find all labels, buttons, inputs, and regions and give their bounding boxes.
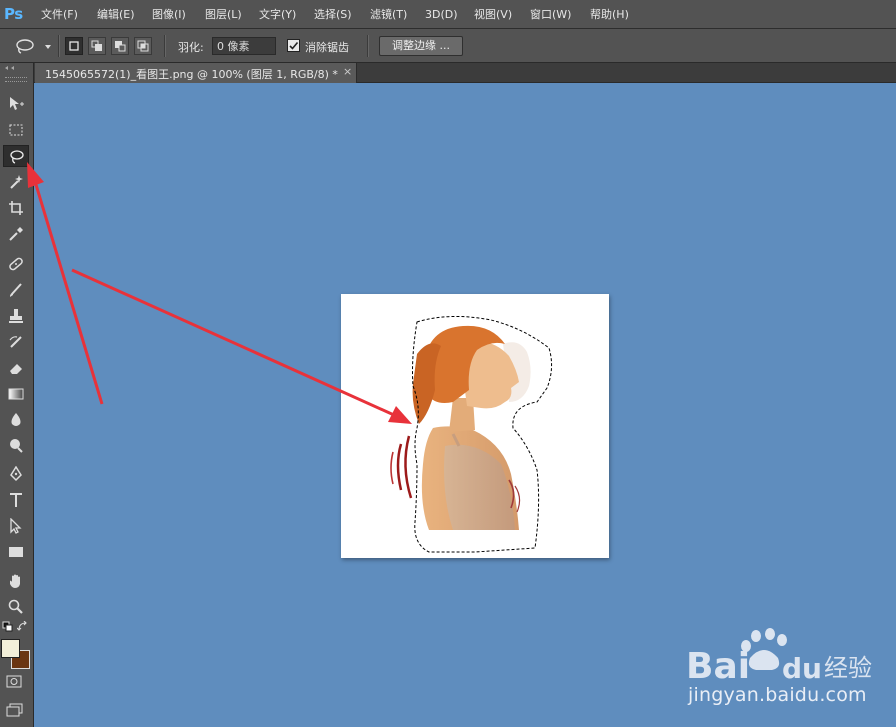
document-tab[interactable]: 1545065572(1)_看图王.png @ 100% (图层 1, RGB/… [35,63,357,83]
tool-clone-stamp[interactable] [3,305,29,327]
menu-3d[interactable]: 3D(D) [425,7,458,23]
default-colors-icon[interactable] [2,621,14,633]
options-separator [367,35,369,57]
blur-icon [11,413,21,426]
gradient-icon [8,388,24,400]
menu-window[interactable]: 窗口(W) [530,7,571,23]
document-tab-bar: 1545065572(1)_看图王.png @ 100% (图层 1, RGB/… [34,63,896,83]
zoom-icon [8,599,23,614]
tool-hand[interactable] [3,570,29,592]
options-separator [164,35,166,57]
subtract-from-selection-button[interactable] [111,37,129,55]
tool-preset-picker[interactable] [14,38,54,56]
tool-history-brush[interactable] [3,331,29,353]
swap-colors-icon[interactable] [17,621,29,633]
tool-healing-brush[interactable] [3,253,29,275]
tool-dodge[interactable] [3,435,29,457]
menu-image[interactable]: 图像(I) [152,7,186,23]
menu-help[interactable]: 帮助(H) [590,7,629,23]
menu-filter[interactable]: 滤镜(T) [370,7,407,23]
watermark-url: jingyan.baidu.com [688,684,867,706]
panel-grip[interactable] [5,77,27,82]
antialias-label: 消除锯齿 [305,41,349,54]
tool-crop[interactable] [3,197,29,219]
refine-edge-button[interactable]: 调整边缘 ... [379,36,463,56]
tool-zoom[interactable] [3,596,29,618]
tool-rectangle[interactable] [3,541,29,563]
checkmark-icon [289,41,299,50]
tool-marquee[interactable] [3,119,29,141]
tool-gradient[interactable] [3,383,29,405]
foreground-color-swatch[interactable] [1,639,20,658]
intersect-selection-button[interactable] [134,37,152,55]
menu-view[interactable]: 视图(V) [474,7,512,23]
tool-brush[interactable] [3,279,29,301]
tool-magic-wand[interactable] [3,171,29,193]
tool-pen[interactable] [3,463,29,485]
path-selection-icon [10,518,22,534]
chevron-down-icon [45,45,51,49]
eyedropper-icon [9,227,23,241]
menu-layer[interactable]: 图层(L) [205,7,242,23]
marquee-icon [9,124,23,136]
menu-edit[interactable]: 编辑(E) [97,7,135,23]
baidu-jingyan-logo: Bai du 经验 [686,628,872,684]
photoshop-logo: Ps [4,5,23,23]
lasso-icon [16,39,34,54]
menu-select[interactable]: 选择(S) [314,7,352,23]
menu-file[interactable]: 文件(F) [41,7,78,23]
add-to-selection-button[interactable] [88,37,106,55]
tool-type[interactable] [3,489,29,511]
tool-eraser[interactable] [3,357,29,379]
crop-icon [9,201,23,215]
tool-move[interactable] [3,93,29,115]
options-separator [58,35,60,57]
feather-input[interactable] [212,37,276,55]
woman-profile-image [390,315,553,553]
tools-panel [0,63,34,727]
type-icon [10,493,22,507]
svg-text:du: du [782,652,822,684]
dodge-icon [10,439,23,453]
close-icon[interactable]: × [343,65,352,78]
feather-label: 羽化: [178,41,204,54]
menu-type[interactable]: 文字(Y) [259,7,296,23]
move-icon [10,97,24,110]
options-bar: 羽化: 消除锯齿 调整边缘 ... [0,29,896,63]
healing-brush-icon [9,257,23,271]
document-tab-title: 1545065572(1)_看图王.png @ 100% (图层 1, RGB/… [45,68,338,81]
rectangle-shape-icon [9,547,23,557]
menu-bar: Ps 文件(F) 编辑(E) 图像(I) 图层(L) 文字(Y) 选择(S) 滤… [0,0,896,29]
svg-text:经验: 经验 [824,654,872,682]
eraser-icon [10,364,22,374]
document-canvas[interactable] [341,294,609,558]
quick-mask-icon[interactable] [6,675,24,689]
new-selection-button[interactable] [65,37,83,55]
magic-wand-icon [10,175,23,189]
brush-icon [10,283,22,297]
tool-path-selection[interactable] [3,515,29,537]
panel-collapse-icon[interactable] [3,65,23,71]
clone-stamp-icon [9,309,23,323]
tool-lasso[interactable] [3,145,29,167]
svg-text:Bai: Bai [686,646,750,684]
lasso-icon [10,150,24,164]
tool-eyedropper[interactable] [3,223,29,245]
antialias-checkbox[interactable] [287,39,300,52]
screen-mode-icon[interactable] [6,703,24,717]
pen-icon [10,466,22,482]
history-brush-icon [9,336,22,348]
hand-icon [10,574,20,588]
tool-blur[interactable] [3,409,29,431]
